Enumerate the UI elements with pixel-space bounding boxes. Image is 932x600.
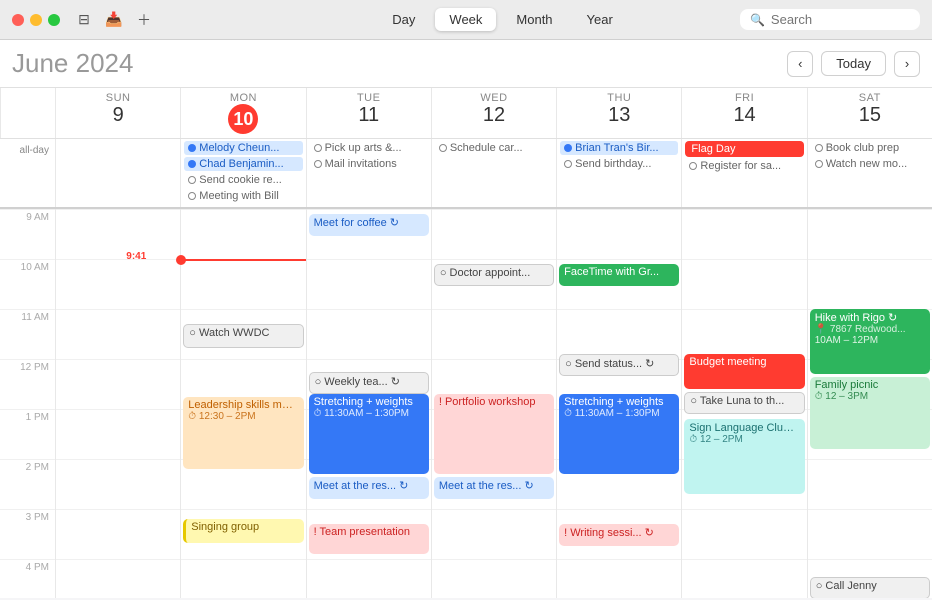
month-label: June — [12, 48, 68, 78]
day-headers: SUN 9 MON 10 TUE 11 WED 12 THU 13 FRI 14… — [0, 88, 932, 139]
time-3pm: 3 PM — [0, 509, 55, 559]
search-icon: 🔍 — [750, 13, 765, 27]
allday-event[interactable]: Send cookie re... — [184, 173, 302, 187]
calendar-event[interactable]: Meet at the res... ↻ — [309, 477, 429, 499]
calendar-event[interactable]: ! Portfolio workshop — [434, 394, 554, 474]
view-tabs: Day Week Month Year — [378, 8, 627, 31]
time-badge: 9:41 — [126, 251, 146, 262]
nav-arrows: ‹ Today › — [787, 51, 920, 77]
allday-fri: Flag Day Register for sa... — [681, 139, 806, 207]
calendar-event[interactable]: Budget meeting — [684, 354, 804, 389]
allday-event[interactable]: Register for sa... — [685, 159, 803, 173]
allday-mon: Melody Cheun... Chad Benjamin... Send co… — [180, 139, 305, 207]
sidebar-toggle-icon[interactable]: ⊟ — [76, 12, 92, 28]
time-1pm: 1 PM — [0, 409, 55, 459]
calendar-event[interactable]: ! Team presentation — [309, 524, 429, 554]
allday-event[interactable]: Melody Cheun... — [184, 141, 302, 155]
traffic-lights — [12, 14, 60, 26]
tab-month[interactable]: Month — [502, 8, 566, 31]
calendar-header: June 2024 ‹ Today › — [0, 40, 932, 88]
day-col-wed: ○ Doctor appoint... ! Portfolio workshop… — [431, 209, 556, 598]
calendar-event[interactable]: ! Writing sessi... ↻ — [559, 524, 679, 546]
allday-event[interactable]: Mail invitations — [310, 157, 428, 171]
allday-event[interactable]: Schedule car... — [435, 141, 553, 155]
calendar-event[interactable]: ○ Watch WWDC — [183, 324, 303, 348]
calendar-event[interactable]: Family picnic ⏱ 12 – 3PM — [810, 377, 930, 449]
time-2pm: 2 PM — [0, 459, 55, 509]
day-col-tue: Meet for coffee ↻ ○ Weekly tea... ↻ Stre… — [306, 209, 431, 598]
prev-button[interactable]: ‹ — [787, 51, 813, 77]
day-col-mon: 9:41 ○ Watch WWDC Leadership skills meet… — [180, 209, 305, 598]
search-box[interactable]: 🔍 — [740, 9, 920, 30]
calendar-event[interactable]: Sign Language Club ↻ ⏱ 12 – 2PM — [684, 419, 804, 494]
allday-event[interactable]: Meeting with Bill — [184, 189, 302, 203]
time-grid-wrapper: 9 AM 10 AM 11 AM 12 PM 1 PM 2 PM 3 PM 4 … — [0, 209, 932, 598]
allday-event[interactable]: Watch new mo... — [811, 157, 929, 171]
day-col-thu: FaceTime with Gr... ○ Send status... ↻ S… — [556, 209, 681, 598]
year-label: 2024 — [76, 48, 134, 78]
titlebar: ⊟ 📥 ＋ Day Week Month Year 🔍 — [0, 0, 932, 40]
calendar-event[interactable]: Singing group — [183, 519, 303, 543]
allday-event[interactable]: Brian Tran's Bir... — [560, 141, 678, 155]
day-header-mon: MON 10 — [180, 88, 305, 138]
calendar-event[interactable]: ○ Weekly tea... ↻ — [309, 372, 429, 394]
calendar-event[interactable]: Meet at the res... ↻ — [434, 477, 554, 499]
titlebar-icons: ⊟ 📥 ＋ — [76, 12, 152, 28]
calendar-event[interactable]: Meet for coffee ↻ — [309, 214, 429, 236]
day-header-fri: FRI 14 — [681, 88, 806, 138]
allday-label: all-day — [0, 139, 55, 207]
allday-tue: Pick up arts &... Mail invitations — [306, 139, 431, 207]
time-11am: 11 AM — [0, 309, 55, 359]
day-header-wed: WED 12 — [431, 88, 556, 138]
calendar-event[interactable]: Stretching + weights ⏱ 11:30AM – 1:30PM — [559, 394, 679, 474]
allday-wed: Schedule car... — [431, 139, 556, 207]
close-button[interactable] — [12, 14, 24, 26]
day-col-sat: Hike with Rigo ↻ 📍 7867 Redwood... 10AM … — [807, 209, 932, 598]
next-button[interactable]: › — [894, 51, 920, 77]
day-header-sat: SAT 15 — [807, 88, 932, 138]
calendar-event[interactable]: ○ Take Luna to th... — [684, 392, 804, 414]
time-indicator-line — [181, 259, 305, 261]
calendar-event[interactable]: ○ Send status... ↻ — [559, 354, 679, 376]
day-header-tue: TUE 11 — [306, 88, 431, 138]
day-col-sun — [55, 209, 180, 598]
allday-sat: Book club prep Watch new mo... — [807, 139, 932, 207]
day-header-thu: THU 13 — [556, 88, 681, 138]
time-grid: 9 AM 10 AM 11 AM 12 PM 1 PM 2 PM 3 PM 4 … — [0, 209, 932, 598]
add-event-icon[interactable]: ＋ — [136, 12, 152, 28]
calendar-event[interactable]: Hike with Rigo ↻ 📍 7867 Redwood... 10AM … — [810, 309, 930, 374]
day-header-sun: SUN 9 — [55, 88, 180, 138]
allday-thu: Brian Tran's Bir... Send birthday... — [556, 139, 681, 207]
calendar-event[interactable]: Stretching + weights ⏱ 11:30AM – 1:30PM — [309, 394, 429, 474]
calendar-event[interactable]: FaceTime with Gr... — [559, 264, 679, 286]
allday-event[interactable]: Send birthday... — [560, 157, 678, 171]
allday-event[interactable]: Book club prep — [811, 141, 929, 155]
minimize-button[interactable] — [30, 14, 42, 26]
search-input[interactable] — [771, 12, 911, 27]
allday-event[interactable]: Flag Day — [685, 141, 803, 157]
fullscreen-button[interactable] — [48, 14, 60, 26]
inbox-icon[interactable]: 📥 — [106, 12, 122, 28]
time-header-empty — [0, 88, 55, 138]
allday-event[interactable]: Chad Benjamin... — [184, 157, 302, 171]
tab-year[interactable]: Year — [573, 8, 627, 31]
day-col-fri: Budget meeting ○ Take Luna to th... Sign… — [681, 209, 806, 598]
today-button[interactable]: Today — [821, 51, 886, 76]
time-column: 9 AM 10 AM 11 AM 12 PM 1 PM 2 PM 3 PM 4 … — [0, 209, 55, 598]
time-12pm: 12 PM — [0, 359, 55, 409]
allday-sun — [55, 139, 180, 207]
calendar-event[interactable]: ○ Call Jenny — [810, 577, 930, 598]
time-4pm: 4 PM — [0, 559, 55, 598]
tab-day[interactable]: Day — [378, 8, 429, 31]
calendar-event[interactable]: ○ Doctor appoint... — [434, 264, 554, 286]
calendar-grid: SUN 9 MON 10 TUE 11 WED 12 THU 13 FRI 14… — [0, 88, 932, 598]
allday-row: all-day Melody Cheun... Chad Benjamin...… — [0, 139, 932, 209]
calendar-title: June 2024 — [12, 48, 133, 79]
allday-event[interactable]: Pick up arts &... — [310, 141, 428, 155]
calendar-event[interactable]: Leadership skills meeting ⏱ 12:30 – 2PM — [183, 397, 303, 469]
time-9am: 9 AM — [0, 209, 55, 259]
tab-week[interactable]: Week — [435, 8, 496, 31]
time-10am: 10 AM — [0, 259, 55, 309]
